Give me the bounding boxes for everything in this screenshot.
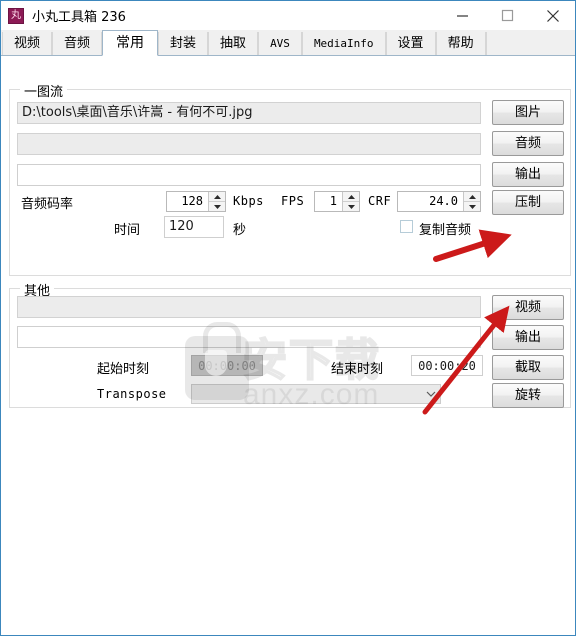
window-title: 小丸工具箱 236 xyxy=(32,10,126,25)
transpose-label: Transpose xyxy=(97,387,167,401)
audio-bitrate-value: 128 xyxy=(181,194,203,208)
output-path-input[interactable] xyxy=(17,164,481,186)
fps-spin-buttons[interactable] xyxy=(342,192,359,211)
crf-up-icon[interactable] xyxy=(464,192,480,201)
audio-bitrate-stepper[interactable]: 128 xyxy=(166,191,226,212)
time-unit-label: 秒 xyxy=(233,223,247,238)
output-browse-button[interactable]: 输出 xyxy=(492,162,564,187)
start-time-label: 起始时刻 xyxy=(97,362,150,377)
tab-bar: 视频 音频 常用 封装 抽取 AVS MediaInfo 设置 帮助 xyxy=(1,30,575,56)
tab-video[interactable]: 视频 xyxy=(2,32,53,55)
end-time-label: 结束时刻 xyxy=(331,362,384,377)
copy-audio-label: 复制音频 xyxy=(419,223,472,238)
kbps-unit-label: Kbps xyxy=(233,194,264,208)
application-window: 丸 小丸工具箱 236 视频 音频 常用 封装 抽取 AVS MediaInfo… xyxy=(0,0,576,636)
tab-mux[interactable]: 封装 xyxy=(158,32,209,55)
time-input[interactable]: 120 xyxy=(164,216,224,238)
fps-stepper[interactable]: 1 xyxy=(314,191,360,212)
fps-up-icon[interactable] xyxy=(343,192,359,201)
start-time-input[interactable]: 00:00:00 xyxy=(191,355,263,376)
tab-audio[interactable]: 音频 xyxy=(52,32,103,55)
image-browse-button[interactable]: 图片 xyxy=(492,100,564,125)
crf-down-icon[interactable] xyxy=(464,201,480,211)
app-icon: 丸 xyxy=(8,7,24,24)
time-label: 时间 xyxy=(114,223,141,238)
window-controls xyxy=(440,1,575,30)
group-image-stream-title: 一图流 xyxy=(20,81,68,100)
crf-spin-buttons[interactable] xyxy=(463,192,480,211)
video-browse-button[interactable]: 视频 xyxy=(492,295,564,320)
audio-browse-button[interactable]: 音频 xyxy=(492,131,564,156)
title-bar: 丸 小丸工具箱 236 xyxy=(1,1,575,30)
video-path-input[interactable] xyxy=(17,296,481,318)
audio-bitrate-spin-buttons[interactable] xyxy=(208,192,225,211)
minimize-button[interactable] xyxy=(440,1,485,30)
crf-label: CRF xyxy=(368,194,392,208)
transpose-select[interactable] xyxy=(191,384,441,404)
clip-button[interactable]: 截取 xyxy=(492,355,564,380)
other-output-browse-button[interactable]: 输出 xyxy=(492,325,564,350)
audio-bitrate-label: 音频码率 xyxy=(21,197,74,212)
other-output-path-input[interactable] xyxy=(17,326,481,348)
audio-bitrate-up-icon[interactable] xyxy=(209,192,225,201)
fps-value: 1 xyxy=(329,194,337,208)
maximize-button[interactable] xyxy=(485,1,530,30)
fps-label: FPS xyxy=(281,194,305,208)
tab-extract[interactable]: 抽取 xyxy=(208,32,259,55)
content-area: 一图流 D:\tools\桌面\音乐\许嵩 - 有何不可.jpg 图片 音频 输… xyxy=(1,56,575,634)
audio-bitrate-down-icon[interactable] xyxy=(209,201,225,211)
copy-audio-checkbox[interactable] xyxy=(400,220,413,233)
close-button[interactable] xyxy=(530,1,575,30)
encode-button[interactable]: 压制 xyxy=(492,190,564,215)
tab-avs[interactable]: AVS xyxy=(258,32,302,55)
image-path-input[interactable]: D:\tools\桌面\音乐\许嵩 - 有何不可.jpg xyxy=(17,102,481,124)
tab-mediainfo[interactable]: MediaInfo xyxy=(301,32,386,55)
crf-value: 24.0 xyxy=(429,194,458,208)
audio-path-input[interactable] xyxy=(17,133,481,155)
rotate-button[interactable]: 旋转 xyxy=(492,383,564,408)
tab-help[interactable]: 帮助 xyxy=(435,32,486,55)
fps-down-icon[interactable] xyxy=(343,201,359,211)
crf-stepper[interactable]: 24.0 xyxy=(397,191,481,212)
chevron-down-icon xyxy=(422,385,440,403)
end-time-input[interactable]: 00:00:20 xyxy=(411,355,483,376)
tab-common[interactable]: 常用 xyxy=(102,30,159,56)
tab-filler xyxy=(485,32,575,55)
tab-settings[interactable]: 设置 xyxy=(385,32,436,55)
